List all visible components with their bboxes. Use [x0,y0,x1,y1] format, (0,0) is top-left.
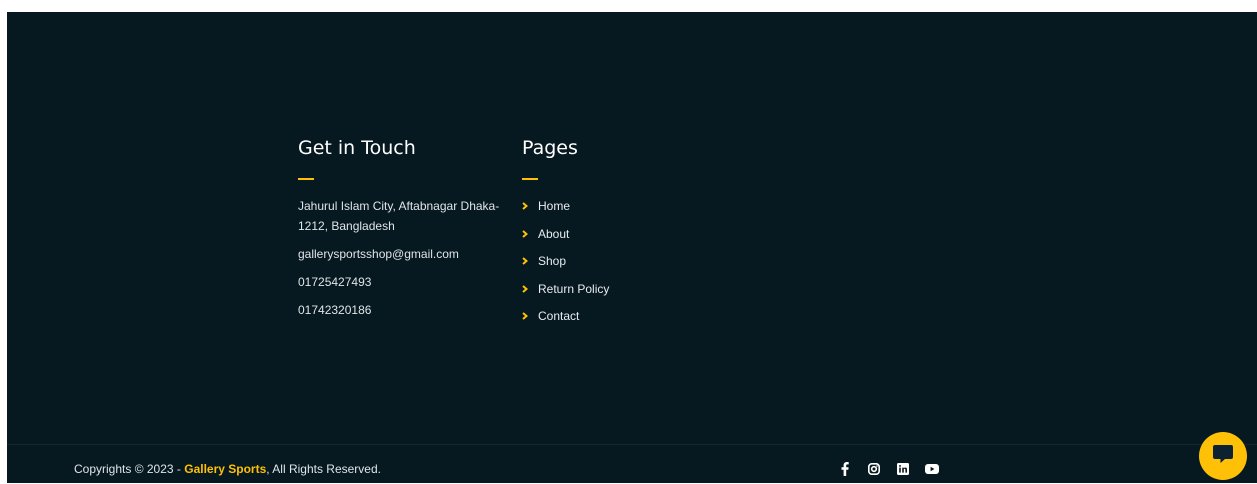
contact-phone-1: 01725427493 [298,275,372,289]
contact-column: Get in Touch Jahurul Islam City, Aftabna… [298,136,508,328]
brand-link[interactable]: Gallery Sports [184,462,266,476]
page-link-label: Home [538,199,571,213]
address-line-2: 1212, Bangladesh [298,219,395,233]
contact-email: gallerysportsshop@gmail.com [298,247,459,261]
page-link-label: About [538,226,570,241]
site-footer: Get in Touch Jahurul Islam City, Aftabna… [7,12,1257,483]
chevron-right-icon [522,229,538,238]
page-link-home[interactable]: Home [522,196,672,216]
heading-underline [298,178,314,180]
social-links [837,461,939,476]
chevron-right-icon [522,312,538,320]
chevron-right-icon [522,202,538,210]
pages-heading: Pages [522,137,578,159]
contact-phone-2: 01742320186 [298,303,372,317]
pages-column: Pages Home About Shop Return Policy Cont… [522,136,672,334]
heading-underline [522,178,538,180]
page-link-label: Return Policy [538,281,610,296]
copyright-prefix: Copyrights © 2023 - [74,462,185,476]
page-link-shop[interactable]: Shop [522,251,672,271]
chevron-right-icon [522,257,538,265]
youtube-icon[interactable] [924,461,939,476]
copyright-text: Copyrights © 2023 - Gallery Sports, All … [74,461,381,477]
chat-bubble-icon [1211,442,1235,471]
contact-address: Jahurul Islam City, Aftabnagar Dhaka- 12… [298,196,508,236]
chat-button[interactable] [1199,432,1247,480]
chevron-right-icon [522,284,538,293]
page-link-return-policy[interactable]: Return Policy [522,279,672,299]
linkedin-icon[interactable] [895,461,910,476]
page-link-contact[interactable]: Contact [522,306,672,326]
address-line-1: Jahurul Islam City, Aftabnagar Dhaka- [298,199,500,213]
contact-heading: Get in Touch [298,137,416,159]
copyright-suffix: , All Rights Reserved. [266,462,381,476]
instagram-icon[interactable] [866,461,881,476]
footer-bottom-bar: Copyrights © 2023 - Gallery Sports, All … [7,444,1257,484]
page-link-label: Contact [538,309,580,323]
page-link-about[interactable]: About [522,224,672,244]
facebook-icon[interactable] [837,461,852,476]
page-link-label: Shop [538,254,567,268]
